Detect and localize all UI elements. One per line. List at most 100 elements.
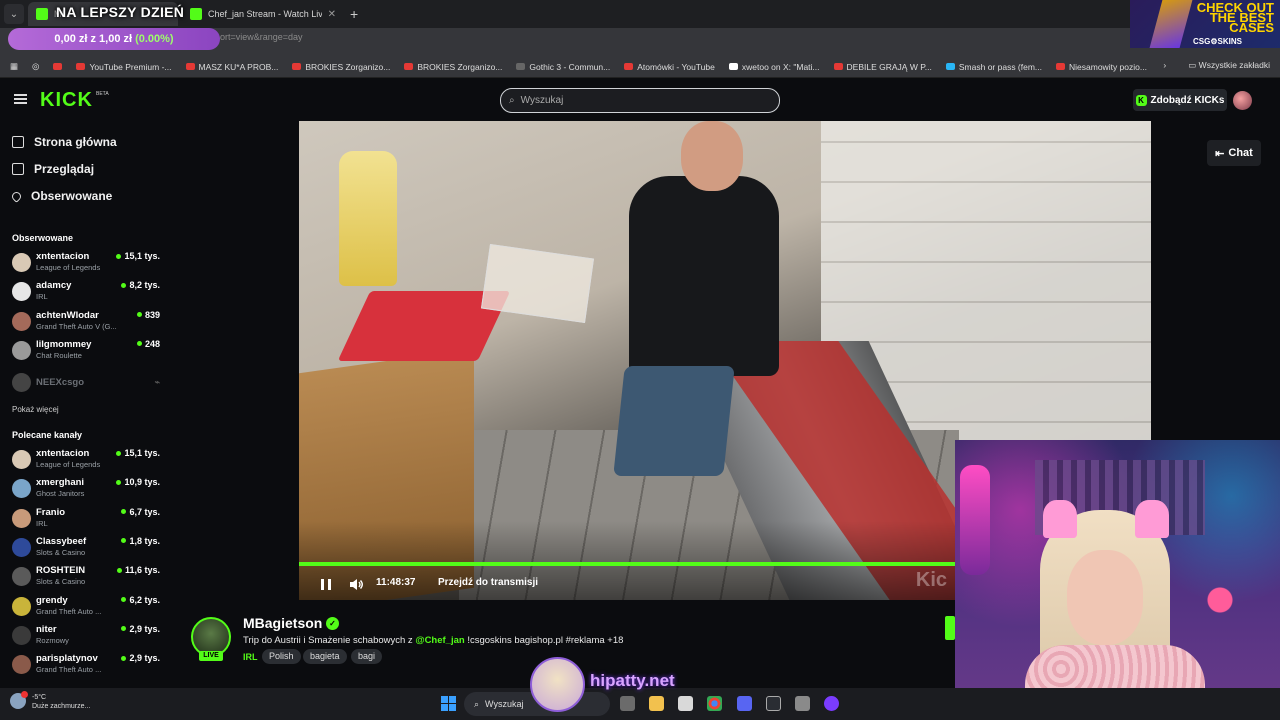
get-kicks-button[interactable]: K Zdobądź KICKs [1133,89,1227,111]
search-icon: ⌕ [474,698,480,709]
bookmark[interactable]: Niesamowity pozio... [1049,62,1154,72]
viewer-count-value: 248 [144,338,160,349]
menu-icon[interactable] [14,94,27,104]
channel-avatar [12,567,31,587]
kick-favicon-icon [36,8,48,20]
tab-search-button[interactable]: ⌄ [4,4,24,24]
channel-item[interactable]: xntentacion League of Legends 15,1 tys. [12,251,160,277]
steam-icon[interactable] [766,696,781,711]
chrome-icon[interactable]: ◎ [25,61,46,72]
file-explorer-icon[interactable] [649,696,664,711]
viewer-count: 1,8 tys. [121,536,160,546]
bookmark[interactable]: Gothic 3 - Commun... [509,62,617,72]
tag-polish[interactable]: Polish [262,649,301,664]
channel-category: Ghost Janitors [36,489,85,499]
discord-icon[interactable] [737,696,752,711]
live-dot-icon [121,626,127,632]
chat-toggle-button[interactable]: ⇤ Chat [1207,140,1261,166]
channel-item[interactable]: ROSHTEIN Slots & Casino 11,6 tys. [12,565,160,591]
streamer-name[interactable]: MBagietson [243,615,322,631]
channel-item[interactable]: achtenWlodar Grand Theft Auto V (G... 839 [12,310,160,336]
nav-following[interactable]: Obserwowane [10,189,112,203]
tag-bagi[interactable]: bagi [351,649,383,664]
viewer-count: 839 [136,310,160,320]
mention-link[interactable]: @Chef_jan [415,635,464,646]
user-avatar[interactable] [1233,91,1252,110]
channel-item[interactable]: adamcy IRL 8,2 tys. [12,280,160,306]
bookmark[interactable]: xwetoo on X: "Mati... [722,62,827,72]
apps-icon[interactable]: ▦ [0,61,25,72]
follow-button-edge[interactable] [945,616,955,640]
show-more-link[interactable]: Pokaż więcej [12,405,59,414]
viewer-count: 2,9 tys. [121,624,160,634]
channel-item[interactable]: Classybeef Slots & Casino 1,8 tys. [12,536,160,562]
tag-bagieta[interactable]: bagieta [303,649,347,664]
store-icon[interactable] [678,696,693,711]
bookmark[interactable]: YouTube Premium -... [69,62,178,72]
all-bookmarks[interactable]: ▭ Wszystkie zakładki [1188,60,1270,71]
channel-item[interactable]: xntentacion League of Legends 15,1 tys. [12,448,160,474]
bookmark[interactable]: Atomówki - YouTube [617,62,722,72]
browse-icon [12,163,24,175]
close-tab-icon[interactable]: ✕ [328,9,336,20]
channel-item[interactable]: grendy Grand Theft Auto ... 6,2 tys. [12,595,160,621]
kick-logo[interactable]: KICK [40,89,93,112]
bookmark[interactable]: MASZ KU*A PROB... [179,62,286,72]
bookmark-label: YouTube Premium -... [89,61,172,72]
bookmark[interactable] [46,63,69,70]
channel-item[interactable]: Franio IRL 6,7 tys. [12,507,160,533]
app-icon[interactable] [824,696,839,711]
nav-label: Przeglądaj [34,162,95,176]
live-dot-icon [116,253,122,259]
go-live-button[interactable]: Przejdź do transmisji [438,577,538,588]
channel-item[interactable]: xmerghani Ghost Janitors 10,9 tys. [12,477,160,503]
channel-avatar [12,537,31,557]
bookmark[interactable]: DEBILE GRAJĄ W P... [827,62,939,72]
channel-avatar [12,655,31,675]
chevron-right-icon[interactable]: › [1163,60,1166,71]
channel-item[interactable]: lilgmommey Chat Roulette 248 [12,339,160,365]
viewer-count: 15,1 tys. [116,251,160,261]
webcam-person-face [1067,550,1143,645]
chat-icon: ⇤ [1215,147,1225,160]
kick-watermark: Kic [915,569,947,591]
live-dot-icon [116,567,122,573]
channel-offline[interactable]: NEEXcsgo ⌁ [12,371,160,397]
followed-section-title: Obserwowane [12,233,74,243]
tab-chef-jan[interactable]: Chef_jan Stream - Watch Live o ✕ [182,2,344,26]
new-tab-button[interactable]: + [350,6,358,22]
windows-start-icon[interactable] [441,696,456,711]
webcam-cat-ear [1135,500,1169,538]
ad-line: CASES [1229,20,1274,35]
bookmark[interactable]: BROKIES Zorganizo... [285,62,397,72]
nav-home[interactable]: Strona główna [12,135,117,149]
channel-name: xntentacion [36,448,90,459]
home-icon [12,136,24,148]
live-dot-icon [121,655,127,661]
url-field[interactable]: ort=view&range=day [220,32,303,42]
bookmarks-bar: ▦ ◎ YouTube Premium -... MASZ KU*A PROB.… [0,56,1280,78]
weather-text: -5°C Duże zachmurze... [32,693,90,711]
settings-icon[interactable] [795,696,810,711]
task-view-icon[interactable] [620,696,635,711]
weather-widget[interactable]: -5°C Duże zachmurze... [10,691,90,711]
channel-name: parisplatynov [36,653,98,665]
viewer-count-value: 2,9 tys. [129,653,160,664]
channel-item[interactable]: parisplatynov Grand Theft Auto ... 2,9 tys… [12,653,160,679]
chrome-icon[interactable] [707,696,722,711]
bookmark-label: xwetoo on X: "Mati... [741,61,820,72]
live-badge: LIVE [199,651,223,661]
search-input[interactable]: ⌕ Wyszukaj [500,88,780,113]
pause-icon[interactable] [321,579,331,590]
category-link[interactable]: IRL [243,652,258,662]
bookmark[interactable]: BROKIES Zorganizo... [397,62,509,72]
channel-name: NEEXcsgo [36,377,85,388]
volume-icon[interactable] [350,579,364,590]
nav-browse[interactable]: Przeglądaj [12,162,94,176]
channel-item[interactable]: niter Rozmowy 2,9 tys. [12,624,160,650]
youtube-icon [624,63,634,70]
bookmark[interactable]: Smash or pass (fem... [939,62,1049,72]
get-kicks-label: Zdobądź KICKs [1150,94,1225,106]
stream-title: Trip do Austrii i Smażenie schabowych z … [243,635,623,646]
all-bookmarks-label: Wszystkie zakładki [1198,60,1270,70]
